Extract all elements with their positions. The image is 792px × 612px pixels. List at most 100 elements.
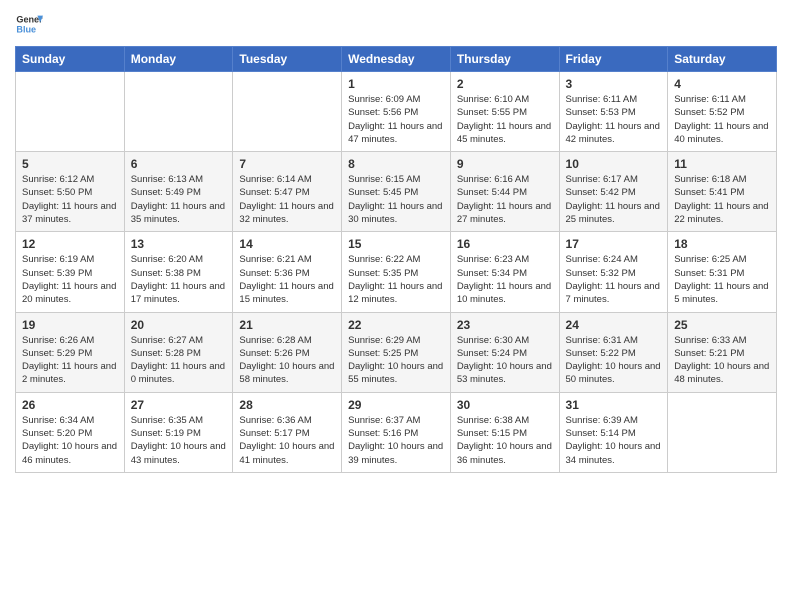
calendar-table: SundayMondayTuesdayWednesdayThursdayFrid…	[15, 46, 777, 473]
day-info: Sunrise: 6:25 AMSunset: 5:31 PMDaylight:…	[674, 254, 768, 305]
day-number: 27	[131, 398, 227, 412]
day-info: Sunrise: 6:22 AMSunset: 5:35 PMDaylight:…	[348, 254, 442, 305]
day-number: 17	[566, 237, 662, 251]
day-info: Sunrise: 6:39 AMSunset: 5:14 PMDaylight:…	[566, 415, 661, 466]
day-number: 10	[566, 157, 662, 171]
calendar-cell	[668, 392, 777, 472]
day-info: Sunrise: 6:09 AMSunset: 5:56 PMDaylight:…	[348, 94, 442, 145]
calendar-cell: 2 Sunrise: 6:10 AMSunset: 5:55 PMDaylight…	[450, 72, 559, 152]
calendar-cell: 4 Sunrise: 6:11 AMSunset: 5:52 PMDaylight…	[668, 72, 777, 152]
calendar-cell: 17 Sunrise: 6:24 AMSunset: 5:32 PMDayligh…	[559, 232, 668, 312]
day-number: 14	[239, 237, 335, 251]
day-number: 26	[22, 398, 118, 412]
day-info: Sunrise: 6:21 AMSunset: 5:36 PMDaylight:…	[239, 254, 333, 305]
calendar-cell: 5Sunrise: 6:12 AMSunset: 5:50 PMDaylight…	[16, 152, 125, 232]
svg-text:Blue: Blue	[16, 24, 36, 34]
calendar-cell: 9 Sunrise: 6:16 AMSunset: 5:44 PMDaylight…	[450, 152, 559, 232]
day-number: 11	[674, 157, 770, 171]
day-number: 31	[566, 398, 662, 412]
calendar-cell	[233, 72, 342, 152]
weekday-header-sunday: Sunday	[16, 47, 125, 72]
calendar-week-row: 1 Sunrise: 6:09 AMSunset: 5:56 PMDaylight…	[16, 72, 777, 152]
day-info: Sunrise: 6:30 AMSunset: 5:24 PMDaylight:…	[457, 335, 552, 386]
weekday-header-monday: Monday	[124, 47, 233, 72]
day-number: 4	[674, 77, 770, 91]
day-number: 9	[457, 157, 553, 171]
calendar-cell	[16, 72, 125, 152]
calendar-cell: 10 Sunrise: 6:17 AMSunset: 5:42 PMDayligh…	[559, 152, 668, 232]
day-number: 19	[22, 318, 118, 332]
calendar-cell: 30 Sunrise: 6:38 AMSunset: 5:15 PMDayligh…	[450, 392, 559, 472]
day-number: 30	[457, 398, 553, 412]
day-number: 7	[239, 157, 335, 171]
calendar-cell: 28Sunrise: 6:36 AMSunset: 5:17 PMDayligh…	[233, 392, 342, 472]
calendar-cell: 1 Sunrise: 6:09 AMSunset: 5:56 PMDaylight…	[342, 72, 451, 152]
day-info: Sunrise: 6:13 AMSunset: 5:49 PMDaylight:…	[131, 174, 225, 225]
calendar-cell: 21 Sunrise: 6:28 AMSunset: 5:26 PMDayligh…	[233, 312, 342, 392]
calendar-week-row: 5Sunrise: 6:12 AMSunset: 5:50 PMDaylight…	[16, 152, 777, 232]
calendar-cell: 7 Sunrise: 6:14 AMSunset: 5:47 PMDaylight…	[233, 152, 342, 232]
day-number: 15	[348, 237, 444, 251]
calendar-cell: 20 Sunrise: 6:27 AMSunset: 5:28 PMDayligh…	[124, 312, 233, 392]
calendar-cell: 16 Sunrise: 6:23 AMSunset: 5:34 PMDayligh…	[450, 232, 559, 312]
calendar-cell: 3Sunrise: 6:11 AMSunset: 5:53 PMDaylight…	[559, 72, 668, 152]
day-info: Sunrise: 6:33 AMSunset: 5:21 PMDaylight:…	[674, 335, 769, 386]
day-number: 23	[457, 318, 553, 332]
day-number: 24	[566, 318, 662, 332]
day-info: Sunrise: 6:27 AMSunset: 5:28 PMDaylight:…	[131, 335, 225, 386]
calendar-cell: 13 Sunrise: 6:20 AMSunset: 5:38 PMDayligh…	[124, 232, 233, 312]
calendar-cell: 26 Sunrise: 6:34 AMSunset: 5:20 PMDayligh…	[16, 392, 125, 472]
day-number: 5	[22, 157, 118, 171]
day-info: Sunrise: 6:10 AMSunset: 5:55 PMDaylight:…	[457, 94, 551, 145]
day-number: 22	[348, 318, 444, 332]
calendar-week-row: 12Sunrise: 6:19 AMSunset: 5:39 PMDayligh…	[16, 232, 777, 312]
day-info: Sunrise: 6:26 AMSunset: 5:29 PMDaylight:…	[22, 335, 116, 386]
day-info: Sunrise: 6:23 AMSunset: 5:34 PMDaylight:…	[457, 254, 551, 305]
calendar-week-row: 26 Sunrise: 6:34 AMSunset: 5:20 PMDayligh…	[16, 392, 777, 472]
logo-icon: General Blue	[15, 10, 43, 38]
calendar-cell	[124, 72, 233, 152]
day-number: 21	[239, 318, 335, 332]
day-info: Sunrise: 6:38 AMSunset: 5:15 PMDaylight:…	[457, 415, 552, 466]
day-info: Sunrise: 6:24 AMSunset: 5:32 PMDaylight:…	[566, 254, 660, 305]
weekday-header-thursday: Thursday	[450, 47, 559, 72]
day-number: 20	[131, 318, 227, 332]
calendar-cell: 19 Sunrise: 6:26 AMSunset: 5:29 PMDayligh…	[16, 312, 125, 392]
weekday-header-tuesday: Tuesday	[233, 47, 342, 72]
calendar-cell: 31 Sunrise: 6:39 AMSunset: 5:14 PMDayligh…	[559, 392, 668, 472]
calendar-week-row: 19 Sunrise: 6:26 AMSunset: 5:29 PMDayligh…	[16, 312, 777, 392]
calendar-cell: 15 Sunrise: 6:22 AMSunset: 5:35 PMDayligh…	[342, 232, 451, 312]
calendar-cell: 23 Sunrise: 6:30 AMSunset: 5:24 PMDayligh…	[450, 312, 559, 392]
day-info: Sunrise: 6:15 AMSunset: 5:45 PMDaylight:…	[348, 174, 442, 225]
day-number: 2	[457, 77, 553, 91]
day-info: Sunrise: 6:34 AMSunset: 5:20 PMDaylight:…	[22, 415, 117, 466]
calendar-cell: 29Sunrise: 6:37 AMSunset: 5:16 PMDayligh…	[342, 392, 451, 472]
weekday-header-friday: Friday	[559, 47, 668, 72]
calendar-cell: 18Sunrise: 6:25 AMSunset: 5:31 PMDayligh…	[668, 232, 777, 312]
calendar-cell: 8 Sunrise: 6:15 AMSunset: 5:45 PMDaylight…	[342, 152, 451, 232]
header: General Blue	[15, 10, 777, 38]
page: General Blue SundayMondayTuesdayWednesda…	[0, 0, 792, 488]
day-number: 16	[457, 237, 553, 251]
calendar-cell: 24 Sunrise: 6:31 AMSunset: 5:22 PMDayligh…	[559, 312, 668, 392]
day-number: 1	[348, 77, 444, 91]
day-number: 8	[348, 157, 444, 171]
day-info: Sunrise: 6:28 AMSunset: 5:26 PMDaylight:…	[239, 335, 334, 386]
weekday-header-wednesday: Wednesday	[342, 47, 451, 72]
logo: General Blue	[15, 10, 43, 38]
calendar-cell: 14 Sunrise: 6:21 AMSunset: 5:36 PMDayligh…	[233, 232, 342, 312]
day-info: Sunrise: 6:36 AMSunset: 5:17 PMDaylight:…	[239, 415, 334, 466]
calendar-cell: 6Sunrise: 6:13 AMSunset: 5:49 PMDaylight…	[124, 152, 233, 232]
day-info: Sunrise: 6:29 AMSunset: 5:25 PMDaylight:…	[348, 335, 443, 386]
day-info: Sunrise: 6:17 AMSunset: 5:42 PMDaylight:…	[566, 174, 660, 225]
day-info: Sunrise: 6:18 AMSunset: 5:41 PMDaylight:…	[674, 174, 768, 225]
day-number: 13	[131, 237, 227, 251]
day-info: Sunrise: 6:19 AMSunset: 5:39 PMDaylight:…	[22, 254, 116, 305]
day-info: Sunrise: 6:31 AMSunset: 5:22 PMDaylight:…	[566, 335, 661, 386]
day-info: Sunrise: 6:20 AMSunset: 5:38 PMDaylight:…	[131, 254, 225, 305]
day-info: Sunrise: 6:14 AMSunset: 5:47 PMDaylight:…	[239, 174, 333, 225]
day-info: Sunrise: 6:11 AMSunset: 5:52 PMDaylight:…	[674, 94, 768, 145]
weekday-header-row: SundayMondayTuesdayWednesdayThursdayFrid…	[16, 47, 777, 72]
day-number: 3	[566, 77, 662, 91]
day-info: Sunrise: 6:16 AMSunset: 5:44 PMDaylight:…	[457, 174, 551, 225]
